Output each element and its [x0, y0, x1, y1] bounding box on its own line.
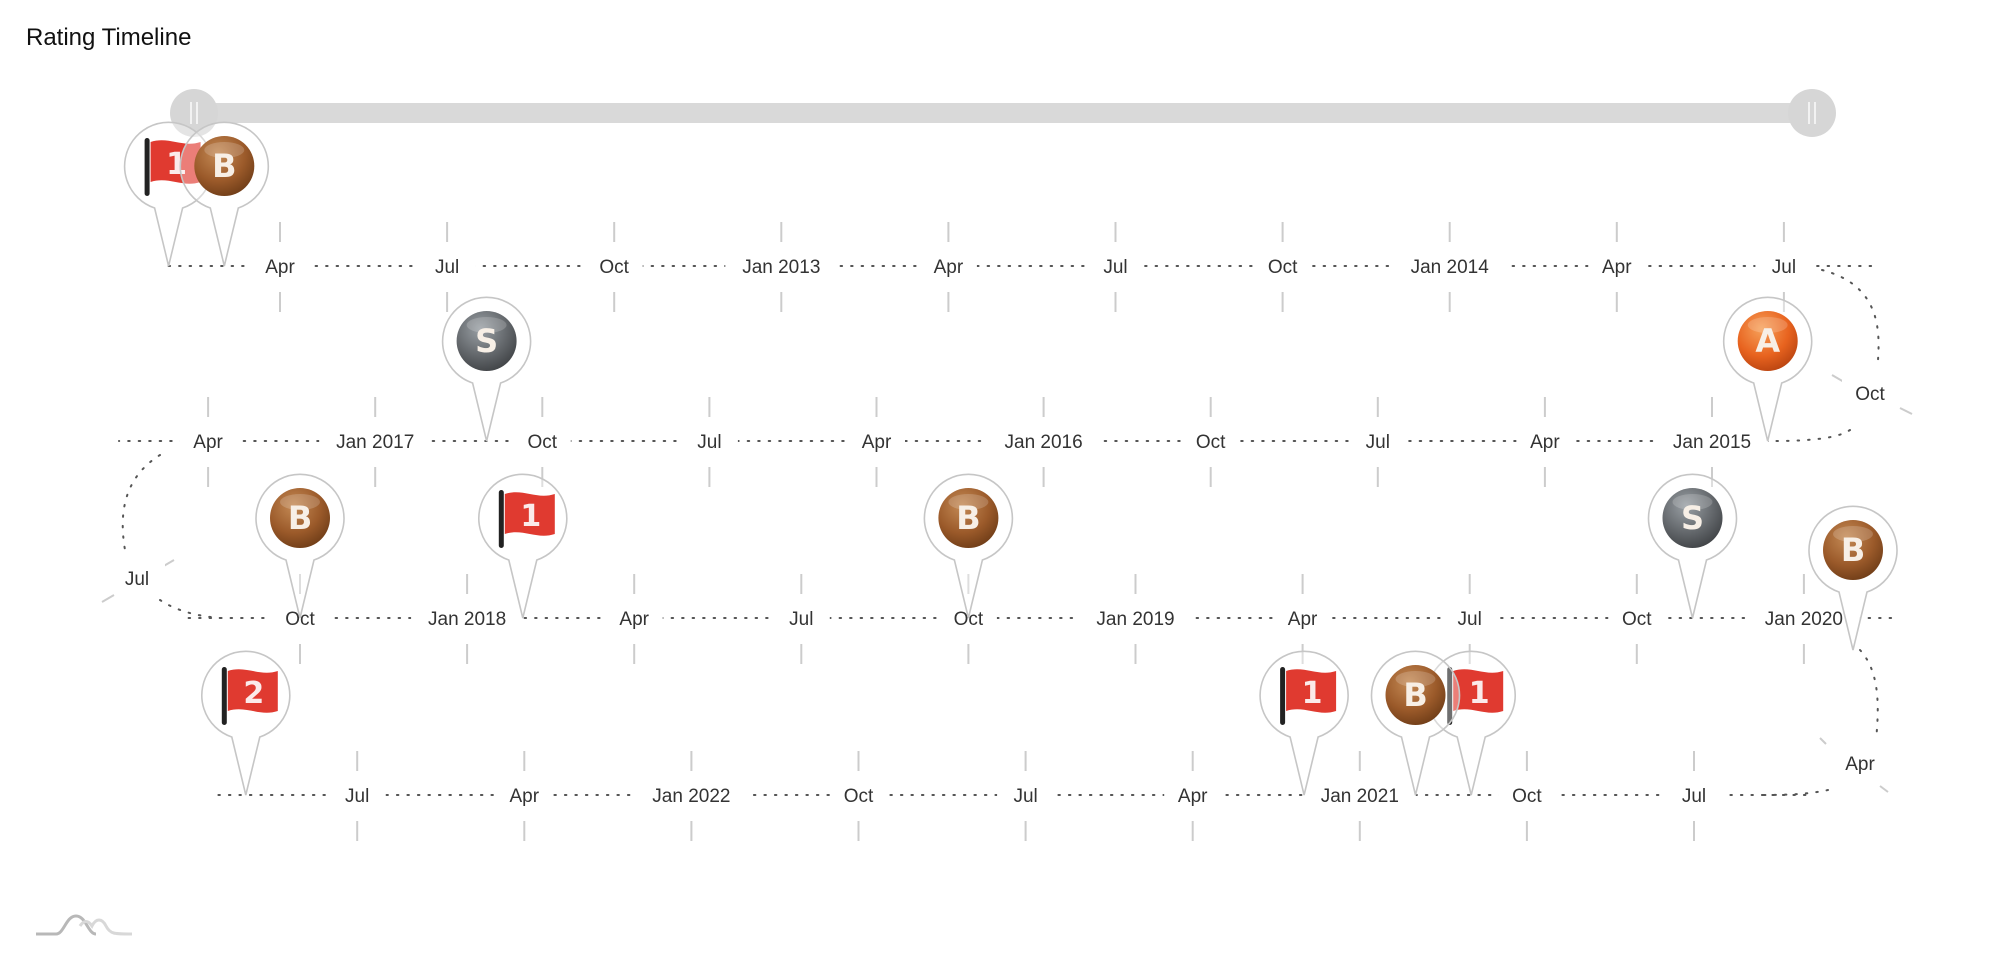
event-marker-bronze[interactable]: B [1370, 650, 1461, 796]
event-marker-silver[interactable]: S [441, 296, 532, 442]
timeline-turn [121, 454, 221, 619]
axis-tick-label: Jan 2016 [1005, 432, 1083, 453]
axis-tick-label: Jul [435, 257, 459, 278]
axis-tick-label: Apr [1845, 754, 1875, 775]
axis-tick-label: Jul [789, 609, 813, 630]
axis-tick-label: Jul [125, 569, 149, 590]
event-marker-flag[interactable]: 1 [1259, 650, 1349, 796]
axis-tick-label: Oct [528, 432, 558, 453]
axis-tick-label: Apr [265, 257, 295, 278]
axis-tick [1879, 785, 1889, 793]
flag-count: 1 [520, 499, 541, 534]
event-marker-bronze[interactable]: B [179, 121, 270, 267]
medal-letter: B [1841, 531, 1865, 569]
medal-letter: S [1681, 499, 1704, 537]
axis-tick-label: Jul [1458, 609, 1482, 630]
flag-pole [498, 490, 504, 548]
axis-tick-label: Apr [1178, 786, 1208, 807]
axis-tick-label: Oct [1622, 609, 1652, 630]
axis-tick-label: Apr [193, 432, 223, 453]
axis-tick-label: Jan 2022 [652, 786, 730, 807]
axis-tick-label: Jul [345, 786, 369, 807]
event-marker-bronze[interactable]: B [255, 473, 345, 619]
axis-tick-label: Jul [1772, 257, 1796, 278]
axis-tick [101, 594, 115, 603]
flag-pole [144, 138, 150, 196]
timeline-chart: Apr Jul Oct Jan 2013 Apr Jul Oct Jan 2014 Apr Jul… [101, 121, 1913, 841]
event-marker-gold[interactable]: A [1722, 296, 1813, 442]
event-marker-bronze[interactable]: B [923, 473, 1014, 619]
axis-tick-label: Apr [934, 257, 964, 278]
axis-tick-label: Apr [1602, 257, 1632, 278]
axis-tick-label: Jan 2020 [1765, 609, 1843, 630]
axis-tick-label: Jan 2015 [1673, 432, 1751, 453]
axis-tick-label: Jul [697, 432, 721, 453]
axis-tick-label: Jan 2018 [428, 609, 506, 630]
flag-count: 1 [1302, 676, 1323, 711]
flag-count: 1 [1469, 676, 1490, 711]
flag-pole [221, 667, 227, 725]
axis-tick-label: Jan 2021 [1321, 786, 1399, 807]
event-marker-silver[interactable]: S [1647, 473, 1738, 619]
axis-tick [1899, 407, 1913, 415]
flag-count: 2 [243, 676, 264, 711]
axis-tick-label: Jan 2013 [742, 257, 820, 278]
axis-tick-label: Jul [1366, 432, 1390, 453]
axis-tick-label: Oct [599, 257, 629, 278]
flag-pole [1280, 667, 1286, 725]
medal-letter: S [475, 322, 498, 360]
event-markers: 1 BASB 1 B SB1B12 [123, 121, 1898, 796]
axis-tick-label: Jul [1013, 786, 1037, 807]
medal-letter: B [1403, 676, 1427, 714]
axis-tick-label: Oct [1512, 786, 1542, 807]
event-marker-flag[interactable]: 1 [478, 473, 568, 619]
event-marker-flag[interactable]: 2 [201, 650, 291, 796]
axis-tick-label: Oct [1268, 257, 1298, 278]
axis-tick [1819, 737, 1827, 745]
axis-tick-label: Apr [619, 609, 649, 630]
axis-tick-label: Jul [1103, 257, 1127, 278]
axis-tick-label: Jan 2019 [1096, 609, 1174, 630]
axis-tick-label: Apr [862, 432, 892, 453]
axis-tick-label: Apr [1530, 432, 1560, 453]
axis-tick-label: Jan 2017 [336, 432, 414, 453]
axis-tick-label: Oct [1196, 432, 1226, 453]
axis-tick-label: Apr [1288, 609, 1318, 630]
medal-letter: A [1755, 322, 1780, 360]
medal-letter: B [288, 499, 312, 537]
medal-letter: B [212, 147, 236, 185]
axis-tick-label: Apr [510, 786, 540, 807]
medal-letter: B [956, 499, 980, 537]
axis-tick-label: Oct [844, 786, 874, 807]
axis-tick-label: Jan 2014 [1411, 257, 1490, 278]
axis-tick-label: Oct [1855, 384, 1885, 405]
logo-icon [36, 914, 133, 936]
axis-tick-label: Jul [1682, 786, 1706, 807]
